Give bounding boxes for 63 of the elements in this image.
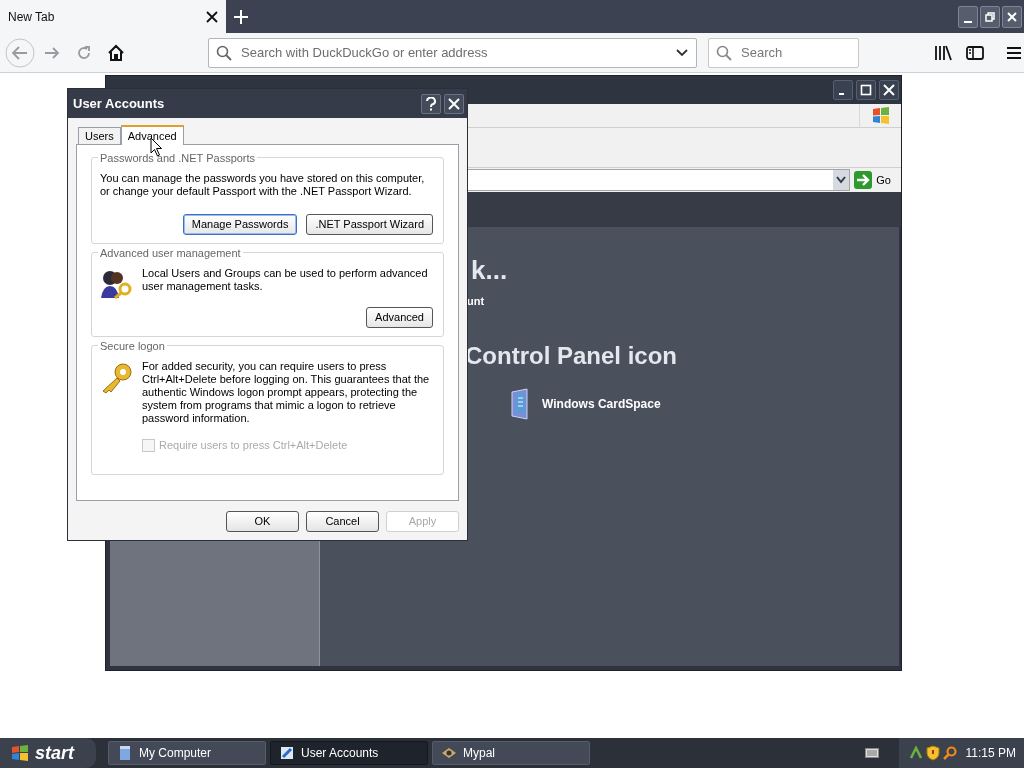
taskbar-button[interactable]: Mypal (432, 741, 590, 765)
dialog-button[interactable]: Advanced (366, 307, 433, 328)
network-icon[interactable] (908, 746, 923, 760)
close-button[interactable] (879, 80, 899, 100)
restore-icon (983, 9, 997, 24)
close-icon (883, 84, 895, 96)
clock: 11:15 PM (965, 745, 1016, 762)
group-description: Local Users and Groups can be used to perform advanced user management tasks. (142, 267, 429, 293)
help-button[interactable] (421, 93, 441, 114)
key-icon (100, 362, 134, 394)
minimize-icon (964, 20, 972, 23)
close-icon (448, 97, 460, 110)
control-panel-item[interactable]: Windows CardSpace (542, 394, 661, 413)
dropdown-icon[interactable] (675, 47, 689, 58)
close-icon[interactable] (206, 10, 218, 23)
minimize-icon (838, 93, 844, 95)
maximize-button[interactable] (856, 80, 876, 100)
minimize-button[interactable] (833, 80, 853, 100)
help-icon (425, 96, 437, 111)
reload-icon[interactable] (76, 44, 92, 61)
close-icon (1005, 9, 1019, 24)
maximize-icon (860, 84, 872, 96)
library-icon[interactable] (934, 44, 952, 61)
task-heading: k... (471, 255, 508, 285)
taskbar-button[interactable]: My Computer (108, 741, 266, 765)
close-button[interactable] (1002, 5, 1022, 28)
dialog-title: User Accounts (73, 94, 166, 113)
back-icon[interactable] (5, 37, 35, 68)
section-heading: Control Panel icon (465, 341, 677, 370)
home-icon[interactable] (107, 43, 125, 62)
menu-icon[interactable] (1006, 45, 1022, 60)
group-description: You can manage the passwords you have stored on this computer, or change your default Passport with the .NET Passport Wizard. (100, 172, 426, 198)
go-button[interactable]: Go (876, 171, 891, 189)
minimize-button[interactable] (958, 5, 978, 28)
dialog-tab[interactable]: Advanced (120, 125, 184, 145)
dialog-button[interactable]: OK (226, 511, 299, 532)
address-field[interactable]: Search with DuckDuckGo or enter address (208, 37, 697, 68)
group-description: For added security, you can require users to press Ctrl+Alt+Delete before logging on. This guarantees that the authentic Windows logon prompt appears, protecting the system from programs that mimic a logon to retrieve password information. (142, 360, 431, 425)
new-tab-icon[interactable] (234, 9, 248, 24)
task-link[interactable]: unt (467, 293, 485, 310)
dialog-button[interactable]: Manage Passwords (182, 214, 298, 235)
taskbar-button[interactable]: User Accounts (270, 741, 428, 765)
search-icon (216, 44, 232, 61)
close-button[interactable] (444, 93, 464, 114)
browser-tab[interactable]: New Tab (0, 0, 226, 33)
sidebar-icon[interactable] (966, 44, 984, 61)
keyboard-icon[interactable] (864, 748, 879, 758)
start-button[interactable]: start (0, 738, 96, 768)
users-icon (100, 269, 134, 299)
dialog-button[interactable]: .NET Passport Wizard (306, 214, 433, 235)
dropdown-icon[interactable] (833, 170, 850, 190)
app-icon (441, 745, 457, 761)
search-icon (716, 44, 732, 61)
dialog-tab[interactable]: Users (78, 127, 121, 144)
restore-button[interactable] (980, 5, 1000, 28)
windows-logo-icon (10, 744, 30, 762)
document-icon (279, 745, 295, 761)
computer-icon (117, 745, 133, 761)
search-field[interactable]: Search (708, 37, 859, 68)
search-icon[interactable] (942, 746, 957, 760)
go-arrow-icon[interactable] (854, 171, 873, 189)
dialog-button[interactable]: Cancel (306, 511, 379, 532)
shield-icon[interactable] (925, 745, 940, 761)
